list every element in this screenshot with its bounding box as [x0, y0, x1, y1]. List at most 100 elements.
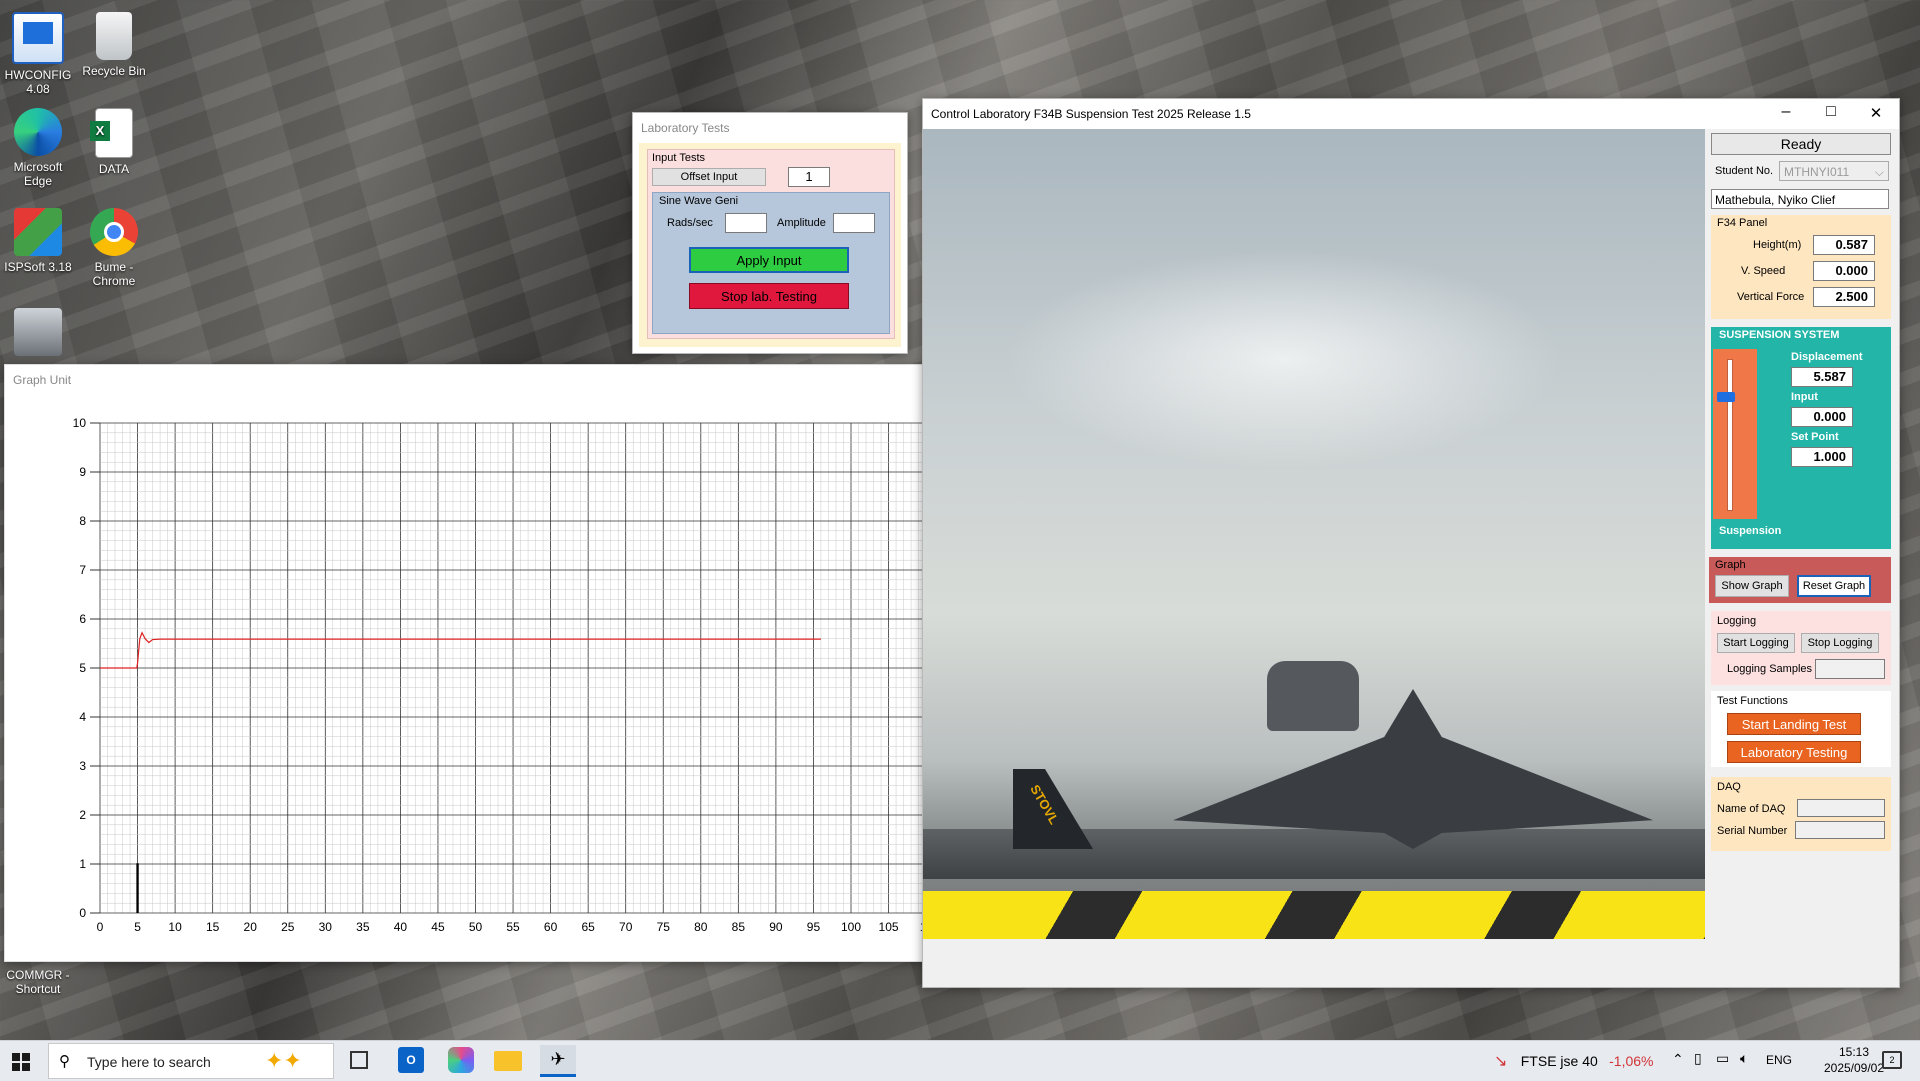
x-tick-label: 90	[769, 920, 783, 934]
y-tick-label: 5	[79, 661, 86, 675]
close-button[interactable]: ✕	[1861, 104, 1891, 122]
search-placeholder: Type here to search	[87, 1054, 211, 1070]
suspension-slider-thumb[interactable]	[1717, 391, 1735, 402]
desktop-icon-commgr[interactable]: COMMGR - Shortcut	[0, 968, 76, 996]
ticker-change: -1,06%	[1609, 1053, 1654, 1069]
stock-ticker-widget[interactable]: ↘ FTSE jse 40 -1,06%	[1494, 1051, 1653, 1071]
y-tick-label: 10	[73, 416, 87, 430]
daq-label: DAQ	[1717, 781, 1741, 793]
vspeed-label: V. Speed	[1741, 265, 1786, 277]
daq-name-label: Name of DAQ	[1717, 803, 1786, 815]
suspension-panel: SUSPENSION SYSTEM Displacement 5.587 Inp…	[1711, 327, 1891, 549]
laboratory-testing-button[interactable]: Laboratory Testing	[1727, 741, 1861, 763]
clock-date: 2025/09/02	[1823, 1061, 1885, 1075]
chevron-up-icon[interactable]: ⌃	[1672, 1051, 1684, 1068]
serial-number-field[interactable]	[1795, 821, 1885, 839]
y-tick-label: 4	[79, 710, 86, 724]
logging-samples-field[interactable]	[1815, 659, 1885, 679]
sine-wave-label: Sine Wave Geni	[659, 195, 739, 207]
minimize-button[interactable]: –	[1771, 103, 1801, 121]
control-panel: Ready Student No. MTHNYI011 ⌵ Mathebula,…	[1709, 129, 1895, 909]
m365-icon[interactable]	[448, 1047, 474, 1073]
start-logging-button[interactable]: Start Logging	[1717, 633, 1795, 653]
graph-group-label: Graph	[1715, 559, 1746, 571]
stock-chart-icon: ↘	[1494, 1053, 1508, 1070]
title-bar: Control Laboratory F34B Suspension Test …	[923, 99, 1899, 129]
rads-label: Rads/sec	[667, 217, 713, 229]
desktop-icon-chrome[interactable]: Bume - Chrome	[76, 208, 152, 288]
search-box[interactable]: ⚲ Type here to search ✦✦	[48, 1043, 334, 1079]
reset-graph-button[interactable]: Reset Graph	[1797, 575, 1871, 597]
f34-panel-label: F34 Panel	[1717, 217, 1768, 229]
suspension-label: SUSPENSION SYSTEM	[1719, 329, 1840, 341]
setpoint-value: 1.000	[1791, 447, 1853, 467]
daq-name-field[interactable]	[1797, 799, 1885, 817]
offset-input-field[interactable]: 1	[788, 167, 830, 187]
language-indicator[interactable]: ENG	[1766, 1053, 1792, 1067]
desktop-icon-recycle-bin[interactable]: Recycle Bin	[76, 12, 152, 78]
edge-icon	[14, 108, 62, 156]
hwconfig-icon	[12, 12, 64, 64]
vspeed-value: 0.000	[1813, 261, 1875, 281]
clock[interactable]: 15:13 2025/09/02	[1820, 1044, 1888, 1076]
usb-icon[interactable]: ▯	[1694, 1050, 1702, 1067]
apply-input-button[interactable]: Apply Input	[689, 247, 849, 273]
file-explorer-icon[interactable]	[494, 1051, 522, 1071]
x-tick-label: 15	[206, 920, 220, 934]
network-icon[interactable]: ▭	[1716, 1050, 1729, 1067]
show-graph-button[interactable]: Show Graph	[1715, 575, 1789, 597]
chevron-down-icon: ⌵	[1874, 165, 1884, 179]
student-no-label: Student No.	[1715, 165, 1774, 177]
y-tick-label: 3	[79, 759, 86, 773]
student-no-dropdown[interactable]: MTHNYI011 ⌵	[1779, 161, 1889, 181]
laboratory-tests-window[interactable]: Laboratory Tests Input Tests Offset Inpu…	[632, 112, 908, 354]
input-tests-label: Input Tests	[652, 152, 705, 164]
task-view-icon[interactable]	[350, 1051, 368, 1069]
jet-app-taskbar-icon[interactable]: ✈	[540, 1045, 576, 1077]
x-tick-label: 0	[97, 920, 104, 934]
volume-icon[interactable]: 🔈︎	[1740, 1050, 1748, 1067]
x-tick-label: 105	[879, 920, 899, 934]
graph-unit-window[interactable]: Graph Unit 0 5 10 15 20 25 30 35 40 45 50 55 60 65 70 7…	[4, 364, 924, 962]
input-label: Input	[1791, 391, 1818, 403]
outlook-icon[interactable]: O	[398, 1047, 424, 1073]
jet-canopy	[1267, 661, 1359, 731]
windows-logo-icon	[22, 1053, 30, 1061]
maximize-button[interactable]: □	[1816, 103, 1846, 121]
desktop-icon-data[interactable]: X DATA	[76, 108, 152, 176]
desktop-icon-label: Bume - Chrome	[92, 260, 136, 288]
amplitude-field[interactable]	[833, 213, 875, 233]
x-tick-label: 100	[841, 920, 861, 934]
graph-group: Graph Show Graph Reset Graph	[1709, 557, 1891, 603]
student-name-field[interactable]: Mathebula, Nyiko Clief	[1711, 189, 1889, 209]
y-tick-label: 0	[79, 906, 86, 920]
desktop-icon-hwconfig[interactable]: HWCONFIG 4.08	[0, 12, 76, 96]
stop-lab-testing-button[interactable]: Stop lab. Testing	[689, 283, 849, 309]
desktop-icon-label: COMMGR - Shortcut	[6, 968, 70, 996]
stop-logging-button[interactable]: Stop Logging	[1801, 633, 1879, 653]
notification-icon[interactable]: 2	[1882, 1051, 1902, 1069]
search-icon: ⚲	[59, 1053, 70, 1070]
x-tick-label: 35	[356, 920, 370, 934]
amplitude-label: Amplitude	[777, 217, 826, 229]
desktop-icon-app[interactable]	[0, 308, 76, 360]
windows-logo-icon	[22, 1063, 30, 1071]
desktop-icon-ispsoft[interactable]: ISPSoft 3.18	[0, 208, 76, 274]
vforce-value: 2.500	[1813, 287, 1875, 307]
offset-input-button[interactable]: Offset Input	[652, 168, 766, 186]
series-line	[136, 863, 139, 913]
desktop-icon-edge[interactable]: Microsoft Edge	[0, 108, 76, 188]
rads-field[interactable]	[725, 213, 767, 233]
student-no-value: MTHNYI011	[1784, 165, 1850, 179]
displacement-label: Displacement	[1791, 351, 1863, 363]
jet-app-icon	[14, 308, 62, 356]
start-landing-test-button[interactable]: Start Landing Test	[1727, 713, 1861, 735]
y-tick-label: 6	[79, 612, 86, 626]
desktop-icon-label: Microsoft Edge	[13, 160, 63, 188]
main-window[interactable]: Control Laboratory F34B Suspension Test …	[922, 98, 1900, 988]
x-tick-label: 70	[619, 920, 633, 934]
start-button[interactable]	[12, 1053, 30, 1071]
chrome-icon	[90, 208, 138, 256]
desktop-icon-label: Recycle Bin	[82, 64, 146, 78]
x-tick-label: 10	[168, 920, 182, 934]
